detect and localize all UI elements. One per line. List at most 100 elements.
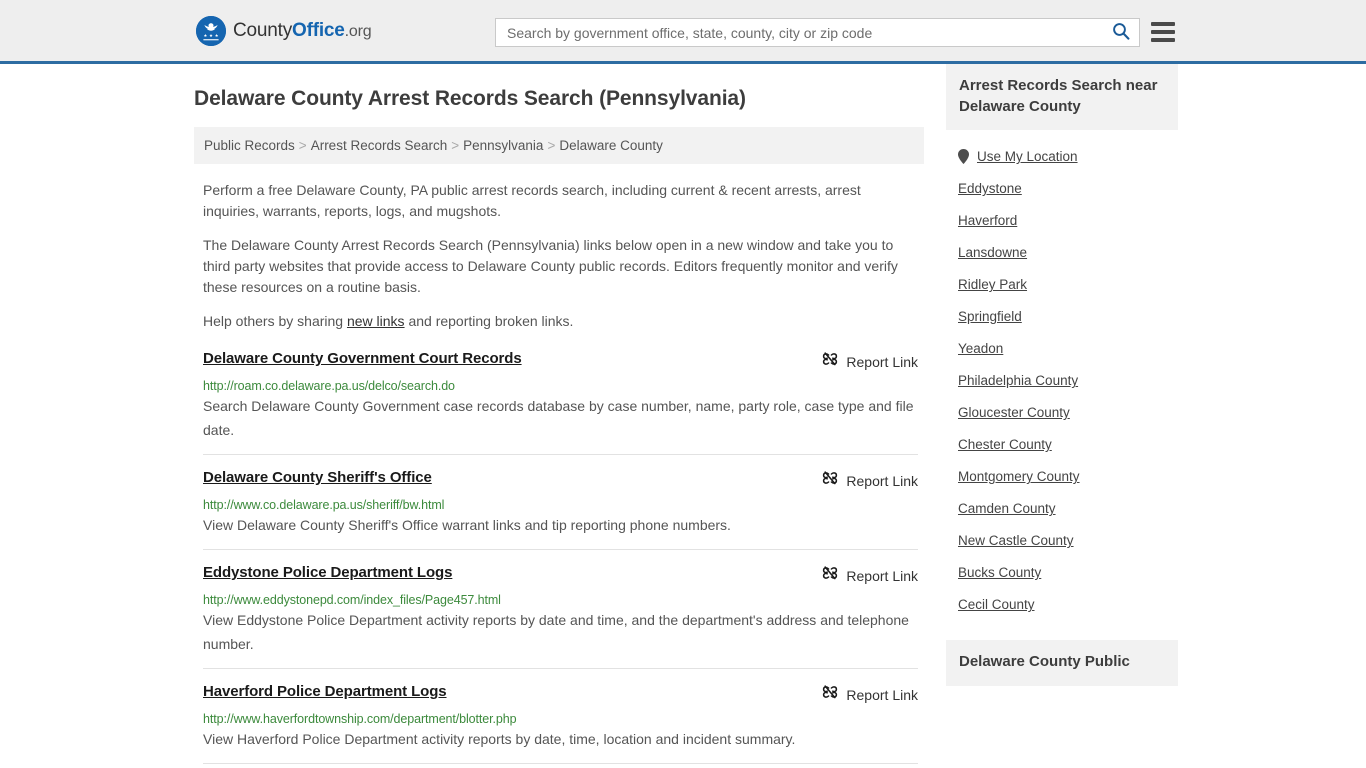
sidebar-item-lansdowne[interactable]: Lansdowne bbox=[958, 236, 1178, 268]
intro-paragraph-3: Help others by sharing new links and rep… bbox=[194, 311, 924, 332]
content-container: Delaware County Arrest Records Search (P… bbox=[188, 64, 1178, 768]
sidebar-item-camden-county[interactable]: Camden County bbox=[958, 492, 1178, 524]
broken-link-icon bbox=[822, 684, 838, 705]
sidebar-item-ridley-park[interactable]: Ridley Park bbox=[958, 268, 1178, 300]
sidebar-item-use-my-location[interactable]: Use My Location bbox=[958, 140, 1178, 172]
results-list: Delaware County Government Court Records… bbox=[194, 350, 924, 768]
result-header: Delaware County Sheriff's Office Report L… bbox=[203, 469, 918, 491]
result-url[interactable]: http://www.haverfordtownship.com/departm… bbox=[203, 712, 918, 726]
report-link-label: Report Link bbox=[846, 567, 918, 584]
sidebar-item-philadelphia-county[interactable]: Philadelphia County bbox=[958, 364, 1178, 396]
site-logo-text: CountyOffice.org bbox=[233, 19, 372, 42]
main-column: Delaware County Arrest Records Search (P… bbox=[194, 64, 924, 768]
sidebar-link-label[interactable]: Lansdowne bbox=[958, 245, 1027, 260]
use-my-location-link[interactable]: Use My Location bbox=[977, 149, 1078, 164]
report-link-label: Report Link bbox=[846, 472, 918, 489]
sidebar-panel-public-records-heading: Delaware County Public bbox=[946, 640, 1178, 687]
search-icon bbox=[1112, 22, 1130, 43]
report-link-button[interactable]: Report Link bbox=[822, 350, 918, 372]
result-title-link[interactable]: Delaware County Sheriff's Office bbox=[203, 469, 432, 488]
result-url[interactable]: http://roam.co.delaware.pa.us/delco/sear… bbox=[203, 379, 918, 393]
result-description: View Eddystone Police Department activit… bbox=[203, 612, 909, 653]
sidebar-item-chester-county[interactable]: Chester County bbox=[958, 428, 1178, 460]
page-body: Delaware County Arrest Records Search (P… bbox=[0, 64, 1366, 768]
logo-text-county: County bbox=[233, 19, 293, 41]
sidebar-link-label[interactable]: Montgomery County bbox=[958, 469, 1080, 484]
report-link-label: Report Link bbox=[846, 353, 918, 370]
intro-paragraph-2: The Delaware County Arrest Records Searc… bbox=[203, 237, 898, 295]
broken-link-icon bbox=[822, 351, 838, 372]
breadcrumb-separator: > bbox=[451, 138, 460, 153]
sidebar-link-label[interactable]: Ridley Park bbox=[958, 277, 1027, 292]
result-url[interactable]: http://www.eddystonepd.com/index_files/P… bbox=[203, 593, 918, 607]
result-description: Search Delaware County Government case r… bbox=[203, 398, 914, 439]
breadcrumb-item-arrest-records-search[interactable]: Arrest Records Search bbox=[311, 138, 448, 153]
sidebar-link-label[interactable]: Eddystone bbox=[958, 181, 1022, 196]
search-button[interactable] bbox=[1103, 19, 1139, 46]
sidebar-item-gloucester-county[interactable]: Gloucester County bbox=[958, 396, 1178, 428]
sidebar-item-yeadon[interactable]: Yeadon bbox=[958, 332, 1178, 364]
logo-text-office: Office bbox=[292, 19, 345, 41]
sidebar-link-label[interactable]: Springfield bbox=[958, 309, 1022, 324]
result-item: Haverford Police Department Logs Report L… bbox=[203, 668, 918, 763]
intro-paragraph-1: Perform a free Delaware County, PA publi… bbox=[203, 182, 861, 219]
sidebar-item-montgomery-county[interactable]: Montgomery County bbox=[958, 460, 1178, 492]
sidebar-panel-nearby: Arrest Records Search near Delaware Coun… bbox=[946, 64, 1178, 622]
sidebar-link-label[interactable]: Chester County bbox=[958, 437, 1052, 452]
sidebar-link-label[interactable]: Yeadon bbox=[958, 341, 1003, 356]
page-title: Delaware County Arrest Records Search (P… bbox=[194, 87, 746, 110]
sidebar-item-new-castle-county[interactable]: New Castle County bbox=[958, 524, 1178, 556]
sidebar-link-label[interactable]: Camden County bbox=[958, 501, 1056, 516]
result-item: Eddystone Police Department Logs Report L… bbox=[203, 549, 918, 668]
sidebar-item-springfield[interactable]: Springfield bbox=[958, 300, 1178, 332]
report-link-button[interactable]: Report Link bbox=[822, 469, 918, 491]
eagle-shield-logo-icon bbox=[196, 15, 226, 46]
sidebar-link-label[interactable]: Bucks County bbox=[958, 565, 1041, 580]
breadcrumb-separator: > bbox=[298, 138, 307, 153]
result-url[interactable]: http://www.co.delaware.pa.us/sheriff/bw.… bbox=[203, 498, 918, 512]
broken-link-icon bbox=[822, 565, 838, 586]
sidebar-item-cecil-county[interactable]: Cecil County bbox=[958, 588, 1178, 620]
intro-p3-before: Help others by sharing bbox=[203, 313, 347, 329]
result-title-link[interactable]: Eddystone Police Department Logs bbox=[203, 564, 452, 583]
sidebar-link-label[interactable]: Haverford bbox=[958, 213, 1017, 228]
report-link-button[interactable]: Report Link bbox=[822, 683, 918, 705]
sidebar-panel-nearby-heading: Arrest Records Search near Delaware Coun… bbox=[946, 64, 1178, 131]
result-description: View Haverford Police Department activit… bbox=[203, 731, 796, 748]
hamburger-menu-icon[interactable] bbox=[1151, 20, 1175, 44]
breadcrumb-item-public-records[interactable]: Public Records bbox=[204, 138, 295, 153]
report-link-label: Report Link bbox=[846, 686, 918, 703]
breadcrumb-item-pennsylvania[interactable]: Pennsylvania bbox=[463, 138, 543, 153]
sidebar-link-label[interactable]: Gloucester County bbox=[958, 405, 1070, 420]
report-link-button[interactable]: Report Link bbox=[822, 564, 918, 586]
logo-text-tld: .org bbox=[344, 22, 372, 40]
new-links-link[interactable]: new links bbox=[347, 313, 405, 329]
map-pin-icon bbox=[958, 149, 969, 165]
result-item: Haverford Township Services IndexReport … bbox=[203, 763, 918, 768]
hamburger-bar bbox=[1151, 22, 1175, 26]
search-input[interactable] bbox=[496, 19, 1103, 46]
breadcrumb-item-delaware-county[interactable]: Delaware County bbox=[559, 138, 663, 153]
sidebar-link-label[interactable]: Cecil County bbox=[958, 597, 1035, 612]
broken-link-icon bbox=[822, 470, 838, 491]
result-description: View Delaware County Sheriff's Office wa… bbox=[203, 517, 731, 534]
sidebar-link-label[interactable]: Philadelphia County bbox=[958, 373, 1078, 388]
breadcrumb-separator: > bbox=[547, 138, 556, 153]
result-item: Delaware County Government Court Records… bbox=[203, 350, 918, 454]
sidebar-links-list: Use My Location Eddystone Haverford Lansdo… bbox=[946, 130, 1178, 622]
sidebar-item-haverford[interactable]: Haverford bbox=[958, 204, 1178, 236]
sidebar-panel-public-records: Delaware County Public bbox=[946, 640, 1178, 687]
search-bar bbox=[495, 18, 1140, 47]
hamburger-bar bbox=[1151, 30, 1175, 34]
breadcrumb: Public Records > Arrest Records Search > Pen… bbox=[194, 127, 924, 164]
result-title-link[interactable]: Haverford Police Department Logs bbox=[203, 683, 447, 702]
sidebar: Arrest Records Search near Delaware Coun… bbox=[946, 64, 1178, 704]
sidebar-item-bucks-county[interactable]: Bucks County bbox=[958, 556, 1178, 588]
result-header: Delaware County Government Court Records… bbox=[203, 350, 918, 372]
result-item: Delaware County Sheriff's Office Report L… bbox=[203, 454, 918, 549]
sidebar-item-eddystone[interactable]: Eddystone bbox=[958, 172, 1178, 204]
sidebar-link-label[interactable]: New Castle County bbox=[958, 533, 1074, 548]
site-logo-link[interactable]: CountyOffice.org bbox=[196, 15, 372, 46]
result-title-link[interactable]: Delaware County Government Court Records bbox=[203, 350, 522, 369]
intro-p3-after: and reporting broken links. bbox=[404, 313, 574, 329]
